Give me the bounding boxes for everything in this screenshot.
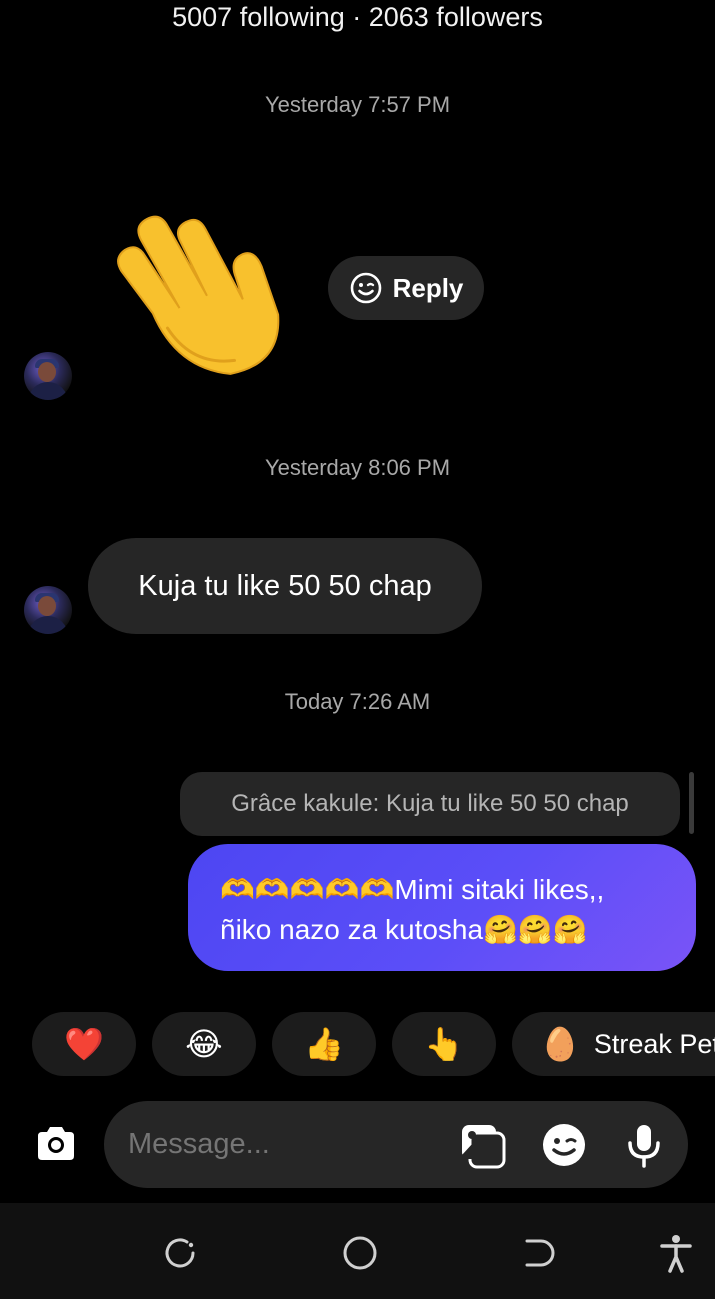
thumbs-up-icon: 👍 — [304, 1026, 344, 1062]
dm-thread-screen: 5007 following · 2063 followers Yesterda… — [0, 0, 715, 1299]
follow-stats: 5007 following · 2063 followers — [172, 2, 543, 32]
waving-hand-sticker[interactable] — [92, 180, 307, 395]
reply-label: Reply — [392, 272, 464, 303]
incoming-message-bubble[interactable]: Kuja tu like 50 50 chap — [88, 538, 482, 634]
home-icon[interactable] — [340, 1233, 380, 1273]
reply-button[interactable]: Reply — [328, 256, 484, 320]
system-nav-bar — [0, 1203, 715, 1299]
message-composer[interactable] — [104, 1101, 688, 1188]
message-input[interactable] — [104, 1101, 444, 1188]
avatar[interactable] — [24, 586, 72, 634]
recent-apps-icon[interactable] — [160, 1233, 200, 1273]
pointing-up-icon: 👆 — [424, 1026, 464, 1062]
sticker-icon[interactable] — [540, 1121, 588, 1169]
quote-indicator-bar — [689, 772, 694, 834]
timestamp: Yesterday 7:57 PM — [264, 92, 451, 117]
outgoing-message-line: 🫶🫶🫶🫶🫶Mimi sitaki likes,, — [220, 874, 605, 905]
avatar[interactable] — [24, 352, 72, 400]
egg-icon: 🥚 — [540, 1026, 580, 1062]
streak-pet-label: Streak Pet — [593, 1028, 715, 1059]
timestamp: Yesterday 8:06 PM — [264, 455, 451, 480]
camera-icon[interactable] — [32, 1120, 80, 1168]
reaction-pointing-up[interactable]: 👆 — [392, 1012, 496, 1076]
tears-of-joy-icon: 😂 — [185, 1026, 223, 1062]
microphone-icon[interactable] — [620, 1121, 668, 1169]
smiley-icon — [350, 272, 381, 304]
gallery-icon[interactable] — [458, 1121, 506, 1169]
accessibility-icon[interactable] — [656, 1233, 696, 1273]
quick-reactions-bar: ❤️ 😂 👍 👆 🥚 Streak Pet — [32, 1012, 715, 1076]
outgoing-message-bubble[interactable]: 🫶🫶🫶🫶🫶Mimi sitaki likes,, ñiko nazo za ku… — [188, 844, 696, 971]
back-icon[interactable] — [519, 1233, 559, 1273]
timestamp: Today 7:26 AM — [284, 689, 431, 714]
reaction-thumbs-up[interactable]: 👍 — [272, 1012, 376, 1076]
reaction-tears-of-joy[interactable]: 😂 — [152, 1012, 256, 1076]
red-heart-icon: ❤️ — [64, 1026, 104, 1062]
outgoing-message-line: ñiko nazo za kutosha🤗🤗🤗 — [220, 914, 588, 945]
quoted-reply-preview[interactable]: Grâce kakule: Kuja tu like 50 50 chap — [180, 772, 680, 836]
streak-pet-button[interactable]: 🥚 Streak Pet — [512, 1012, 715, 1076]
reaction-red-heart[interactable]: ❤️ — [32, 1012, 136, 1076]
